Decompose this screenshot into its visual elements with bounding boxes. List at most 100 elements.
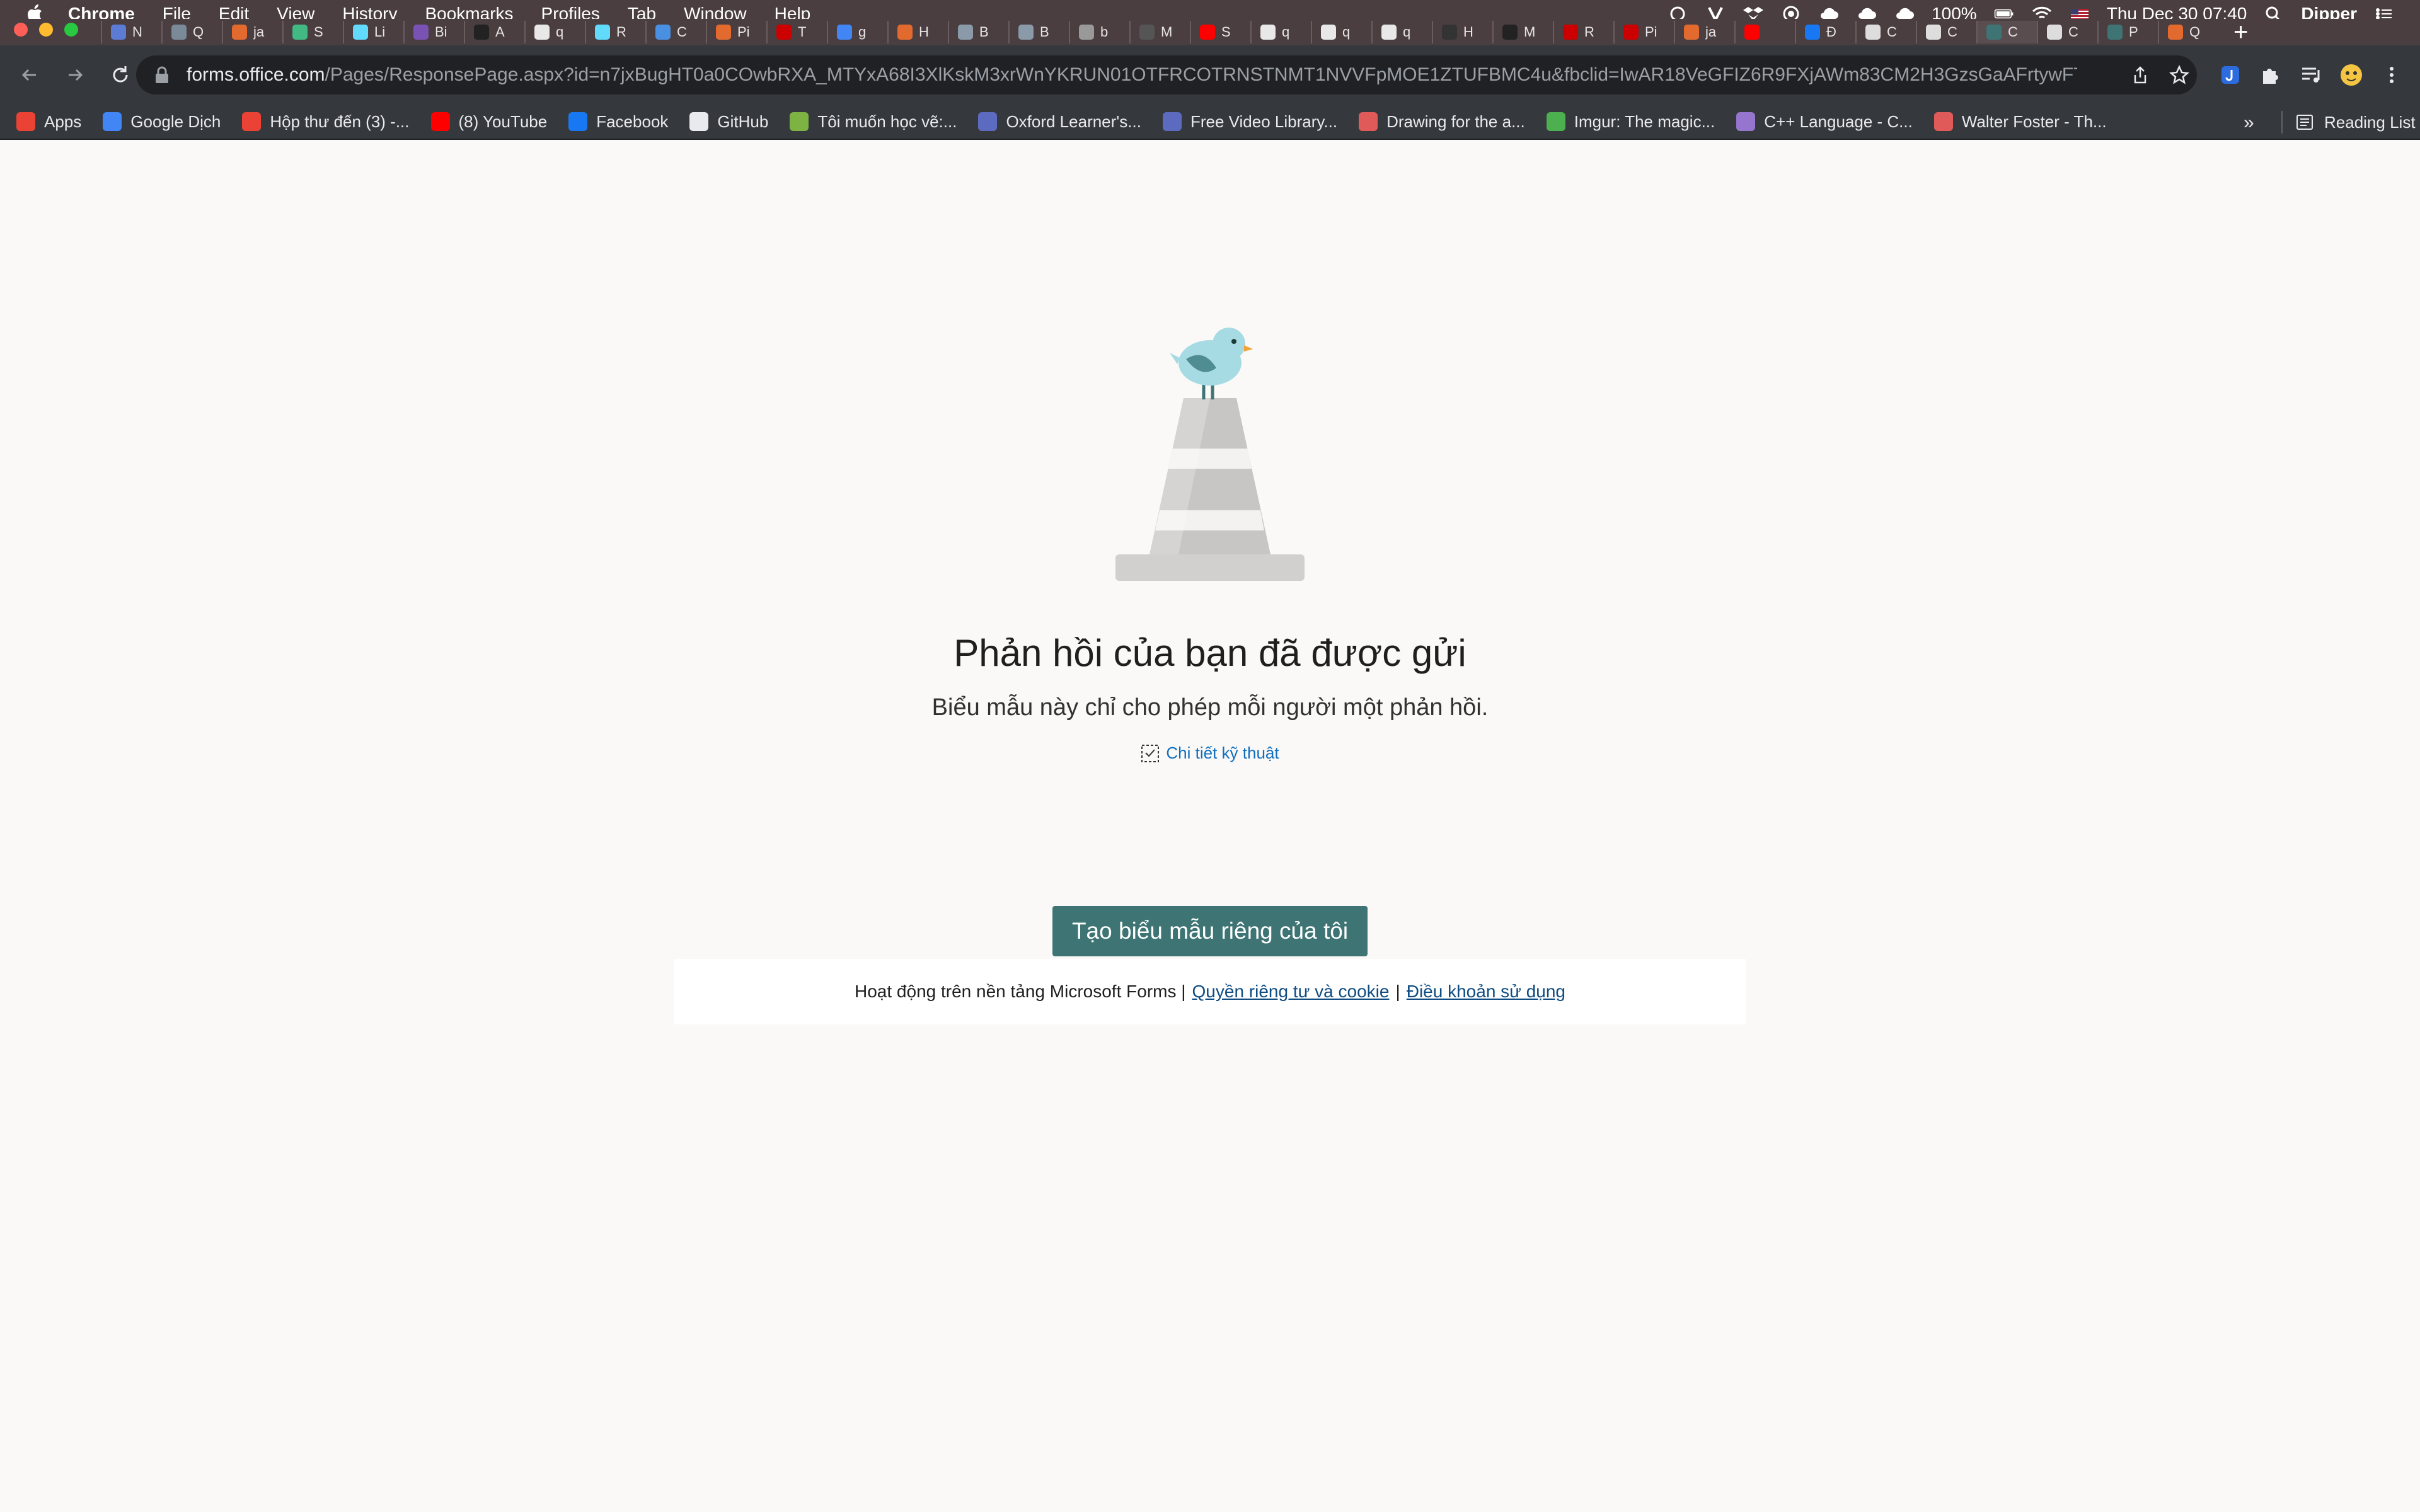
terms-of-use-link[interactable]: Điều khoản sử dụng (1407, 982, 1565, 1002)
browser-tab[interactable]: Q (2158, 21, 2218, 43)
browser-tab[interactable]: Đ (1795, 21, 1855, 43)
share-icon[interactable] (2128, 62, 2153, 88)
browser-tab[interactable]: H (1432, 21, 1492, 43)
browser-tab[interactable]: B (948, 21, 1008, 43)
bird-tail (1170, 353, 1180, 364)
extension-j-icon[interactable] (2216, 60, 2245, 89)
browser-tab[interactable]: C (1855, 21, 1916, 43)
bookmark-star-icon[interactable] (2167, 62, 2192, 88)
chrome-menu-icon[interactable] (2377, 60, 2406, 89)
bookmark-favicon-icon (1359, 112, 1378, 131)
bookmark-favicon-icon (430, 112, 450, 131)
media-control-icon[interactable] (2296, 60, 2325, 89)
tab-title: R (1584, 24, 1594, 40)
browser-tab[interactable]: C (645, 21, 706, 43)
bookmark-label: Tôi muốn học vẽ:... (817, 112, 957, 131)
browser-tab[interactable]: R (585, 21, 645, 43)
minimize-window-button[interactable] (39, 23, 53, 37)
privacy-cookies-link[interactable]: Quyền riêng tư và cookie (1192, 982, 1390, 1002)
browser-tab[interactable]: M (1129, 21, 1190, 43)
browser-tab[interactable]: g (827, 21, 887, 43)
create-my-own-form-button[interactable]: Tạo biểu mẫu riêng của tôi (1052, 906, 1368, 956)
bookmark-item[interactable]: Walter Foster - Th... (1933, 112, 2107, 132)
bookmark-item[interactable]: Facebook (568, 112, 668, 132)
bookmark-label: Drawing for the a... (1386, 112, 1525, 131)
address-bar[interactable]: forms.office.com/Pages/ResponsePage.aspx… (136, 55, 2197, 94)
reload-button[interactable] (105, 59, 136, 91)
close-window-button[interactable] (14, 23, 28, 37)
tab-favicon-icon (1381, 25, 1397, 40)
browser-tab[interactable]: P (2097, 21, 2158, 43)
browser-tab[interactable]: ja (1674, 21, 1734, 43)
bookmark-item[interactable]: Oxford Learner's... (978, 112, 1141, 132)
tab-favicon-icon (2107, 25, 2123, 40)
tab-favicon-icon (413, 25, 429, 40)
zoom-window-button[interactable] (64, 23, 78, 37)
browser-tab[interactable]: q (1311, 21, 1371, 43)
browser-tab[interactable]: H (887, 21, 948, 43)
tab-title: R (616, 24, 626, 40)
browser-tab[interactable]: q (524, 21, 585, 43)
browser-tab[interactable]: B (1008, 21, 1069, 43)
browser-tab[interactable]: M (1492, 21, 1553, 43)
browser-tab[interactable]: q (1371, 21, 1432, 43)
bookmark-item[interactable]: GitHub (689, 112, 768, 132)
back-button[interactable] (14, 59, 45, 91)
tab-title: C (1887, 24, 1897, 40)
browser-tab[interactable]: Bi (403, 21, 464, 43)
browser-tab[interactable]: A (464, 21, 524, 43)
new-tab-button[interactable]: + (2233, 20, 2248, 45)
browser-tab[interactable]: Pi (706, 21, 766, 43)
browser-tab[interactable]: C (1976, 21, 2037, 43)
traffic-cone-bird-illustration (1115, 328, 1305, 581)
browser-tab[interactable]: S (1190, 21, 1250, 43)
browser-tab[interactable]: S (282, 21, 343, 43)
bookmark-item[interactable]: Google Dịch (103, 112, 221, 132)
page-footer: Hoạt động trên nền tảng Microsoft Forms … (674, 959, 1746, 1024)
url-text[interactable]: forms.office.com/Pages/ResponsePage.aspx… (187, 64, 2077, 86)
browser-tab[interactable]: R (1553, 21, 1613, 43)
bookmark-item[interactable]: Imgur: The magic... (1546, 112, 1715, 132)
browser-tab[interactable]: ja (222, 21, 282, 43)
reading-list-icon (2296, 115, 2313, 130)
tab-favicon-icon (1623, 25, 1639, 40)
technical-details-link[interactable]: Chi tiết kỹ thuật (0, 743, 2420, 763)
browser-tab[interactable]: T (766, 21, 827, 43)
tab-title: A (495, 24, 505, 40)
bookmark-item[interactable]: Free Video Library... (1162, 112, 1337, 132)
bookmark-item[interactable]: Tôi muốn học vẽ:... (790, 112, 957, 132)
tab-favicon-icon (1260, 25, 1276, 40)
browser-toolbar: forms.office.com/Pages/ResponsePage.aspx… (0, 45, 2420, 105)
browser-tab[interactable] (1734, 21, 1795, 43)
browser-tab[interactable]: Q (161, 21, 222, 43)
browser-tab[interactable]: Pi (1613, 21, 1674, 43)
bookmark-label: Imgur: The magic... (1574, 112, 1715, 131)
bookmark-item[interactable]: C++ Language - C... (1736, 112, 1913, 132)
browser-tab[interactable]: C (1916, 21, 1976, 43)
bookmark-item[interactable]: Hộp thư đến (3) -... (242, 112, 410, 132)
browser-tab[interactable]: b (1069, 21, 1129, 43)
browser-tab[interactable]: Li (343, 21, 403, 43)
browser-tab[interactable]: q (1250, 21, 1311, 43)
browser-tab[interactable]: N (101, 21, 161, 43)
bookmark-favicon-icon (689, 112, 709, 131)
back-arrow-icon (21, 69, 36, 81)
profile-avatar[interactable] (2337, 60, 2366, 89)
bookmark-label: Walter Foster - Th... (1961, 112, 2107, 131)
bookmark-item[interactable]: (8) YouTube (430, 112, 547, 132)
forward-button[interactable] (59, 59, 91, 91)
tab-favicon-icon (837, 25, 852, 40)
extensions-puzzle-icon[interactable] (2256, 60, 2285, 89)
lock-icon[interactable] (154, 66, 170, 84)
forward-arrow-icon (69, 69, 83, 81)
bookmark-item[interactable]: Apps (16, 112, 81, 132)
reload-icon (113, 66, 128, 83)
tab-title: B (1040, 24, 1049, 40)
tab-favicon-icon (897, 25, 913, 40)
bookmark-label: Facebook (596, 112, 669, 131)
bookmark-item[interactable]: Drawing for the a... (1359, 112, 1525, 132)
reading-list-button[interactable]: Reading List (2281, 111, 2416, 134)
browser-tab[interactable]: C (2037, 21, 2097, 43)
bookmark-label: Hộp thư đến (3) -... (270, 112, 410, 131)
bookmarks-overflow-button[interactable]: » (2244, 112, 2254, 134)
